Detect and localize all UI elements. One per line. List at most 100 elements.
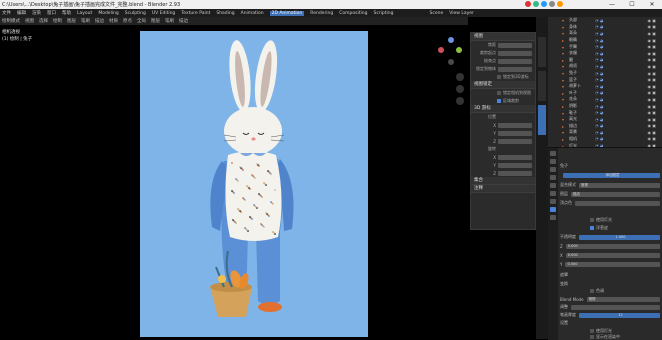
gizmo-neg-z[interactable]: [448, 59, 454, 65]
minimize-button[interactable]: —: [602, 0, 622, 9]
visibility-icon[interactable]: ◉ ▣: [647, 44, 656, 49]
settings-row[interactable]: 设置: [560, 320, 660, 326]
outliner-row[interactable]: ▾ 花朵 ◔ ◕ ◉ ▣: [548, 96, 662, 103]
panel-3d-cursor-header[interactable]: 3D 游标: [471, 105, 535, 113]
material-tab-icon[interactable]: [550, 215, 556, 220]
visibility-icon[interactable]: ◉ ▣: [647, 130, 656, 135]
maximize-button[interactable]: ☐: [622, 0, 642, 9]
use-lights-row[interactable]: 使用灯光: [560, 217, 660, 223]
expand-right-icon[interactable]: ▸: [562, 137, 566, 142]
layer-select[interactable]: 描边: [571, 191, 660, 197]
tool-tab-icon[interactable]: [550, 151, 556, 156]
app-icon-orange[interactable]: [557, 1, 563, 7]
prop-field[interactable]: [498, 162, 532, 168]
visibility-icon[interactable]: ◉ ▣: [647, 57, 656, 62]
expand-down-icon[interactable]: ▾: [562, 64, 566, 69]
visibility-icon[interactable]: ◉ ▣: [647, 24, 656, 29]
toolbar-item[interactable]: 绘制: [53, 18, 62, 24]
menu-item[interactable]: Modeling: [98, 11, 118, 16]
menu-item[interactable]: Rendering: [310, 11, 333, 16]
outliner-row[interactable]: ▾ 衣服 ◔ ◕ ◉ ▣: [548, 50, 662, 57]
gizmo-z-axis[interactable]: [448, 37, 454, 43]
prop-field[interactable]: [498, 122, 532, 128]
object-tab-icon[interactable]: [550, 191, 556, 196]
onion-row[interactable]: 洋葱皮: [560, 225, 660, 231]
outliner-row[interactable]: ▾ 胡萝卜 ◔ ◕ ◉ ▣: [548, 83, 662, 90]
zoom-icon[interactable]: [456, 73, 464, 81]
expand-right-icon[interactable]: ▸: [562, 58, 566, 63]
visibility-icon[interactable]: ◉ ▣: [647, 51, 656, 56]
render-tab-icon[interactable]: [550, 159, 556, 164]
checkbox[interactable]: [497, 99, 501, 103]
visibility-icon[interactable]: ◉ ▣: [647, 77, 656, 82]
prop-field[interactable]: [498, 58, 532, 64]
outliner-row[interactable]: ▾ 手臂 ◔ ◕ ◉ ▣: [548, 43, 662, 50]
x-field[interactable]: 0.000: [565, 252, 660, 258]
visibility-icon[interactable]: ◉ ▣: [647, 31, 656, 36]
checkbox[interactable]: [497, 75, 501, 79]
expand-right-icon[interactable]: ▸: [562, 38, 566, 43]
visibility-icon[interactable]: ◉ ▣: [647, 110, 656, 115]
outliner-row[interactable]: ▾ 兔子 ◔ ◕ ◉ ▣: [548, 70, 662, 77]
expand-down-icon[interactable]: ▾: [562, 111, 566, 116]
menu-item[interactable]: 渲染: [32, 10, 41, 16]
visibility-icon[interactable]: ◉ ▣: [647, 104, 656, 109]
toolbar-item[interactable]: 描边: [179, 18, 188, 24]
blend2-select[interactable]: 常规: [586, 296, 660, 302]
gizmo-x-axis[interactable]: [438, 47, 444, 53]
outliner-row[interactable]: ▾ 篮子 ◔ ◕ ◉ ▣: [548, 76, 662, 83]
navigation-gizmo[interactable]: [438, 37, 464, 67]
checkbox[interactable]: [497, 91, 501, 95]
check-row[interactable]: 锁定相机到视图: [471, 89, 535, 97]
toolbar-item[interactable]: 全局: [137, 18, 146, 24]
menu-item[interactable]: Shading: [216, 11, 234, 16]
toolbar-item[interactable]: 图层: [151, 18, 160, 24]
close-button[interactable]: ✕: [642, 0, 662, 9]
outliner-row[interactable]: ▾ 耳朵 ◔ ◕ ◉ ▣: [548, 30, 662, 37]
outliner-row[interactable]: ▾ 背景 ◔ ◕ ◉ ▣: [548, 129, 662, 136]
camera-icon[interactable]: [456, 97, 464, 105]
toolbar-item[interactable]: 描边: [95, 18, 104, 24]
expand-down-icon[interactable]: ▾: [562, 78, 566, 83]
transform-row[interactable]: 变换: [560, 281, 660, 287]
z-field[interactable]: 0.000: [565, 243, 660, 249]
prop-field[interactable]: [498, 138, 532, 144]
visibility-icon[interactable]: ◉ ▣: [647, 117, 656, 122]
app-icon-red[interactable]: [525, 1, 531, 7]
visibility-icon[interactable]: ◉ ▣: [647, 84, 656, 89]
app-icon-gray[interactable]: [549, 1, 555, 7]
prop-field[interactable]: [498, 50, 532, 56]
outliner-row[interactable]: ▸ 叶子 ◔ ◕ ◉ ▣: [548, 90, 662, 97]
panel-view-lock-header[interactable]: 视图锁定: [471, 81, 535, 89]
checkbox[interactable]: [590, 289, 594, 293]
checkbox[interactable]: [590, 329, 594, 333]
visibility-icon[interactable]: ◉ ▣: [647, 123, 656, 128]
visibility-icon[interactable]: ◉ ▣: [647, 90, 656, 95]
checkbox[interactable]: [590, 335, 594, 339]
toolbar-item[interactable]: 图层: [67, 18, 76, 24]
add-layer-button[interactable]: 添加图层: [563, 172, 660, 178]
menu-item[interactable]: 编辑: [17, 10, 26, 16]
outliner-row[interactable]: ▾ 头部 ◔ ◕ ◉ ▣: [548, 17, 662, 24]
lock-cursor-row[interactable]: 锁定到3D游标: [471, 73, 535, 81]
toolbar-item[interactable]: 笔刷: [165, 18, 174, 24]
thickness-field[interactable]: 12: [579, 312, 660, 318]
opacity-slider[interactable]: 1.000: [579, 234, 660, 240]
expand-down-icon[interactable]: ▾: [562, 71, 566, 76]
outliner[interactable]: ▾ 头部 ◔ ◕ ◉ ▣ ▾ 身体 ◔ ◕ ◉ ▣ ▾ 耳朵 ◔ ◕ ◉ ▣ ▸ 眼睛 ◔ ◕ ◉ ▣ ▾ 手臂 ◔…: [548, 17, 662, 149]
adjust-field[interactable]: [571, 304, 660, 310]
app-icon-green[interactable]: [533, 1, 539, 7]
expand-right-icon[interactable]: ▸: [562, 124, 566, 129]
toolbar-item[interactable]: 原点: [123, 18, 132, 24]
prop-field[interactable]: [498, 42, 532, 48]
expand-down-icon[interactable]: ▾: [562, 117, 566, 122]
menu-item[interactable]: 帮助: [62, 10, 71, 16]
output-tab-icon[interactable]: [550, 167, 556, 172]
outliner-row[interactable]: ▸ 腿 ◔ ◕ ◉ ▣: [548, 57, 662, 64]
modifier-tab-icon[interactable]: [550, 199, 556, 204]
check-row[interactable]: 区域裁剪: [471, 97, 535, 105]
menu-item[interactable]: UV Editing: [152, 11, 175, 16]
menu-item[interactable]: 2D Animation: [269, 10, 305, 16]
expand-down-icon[interactable]: ▾: [562, 84, 566, 89]
toolbar-item[interactable]: 材质: [109, 18, 118, 24]
